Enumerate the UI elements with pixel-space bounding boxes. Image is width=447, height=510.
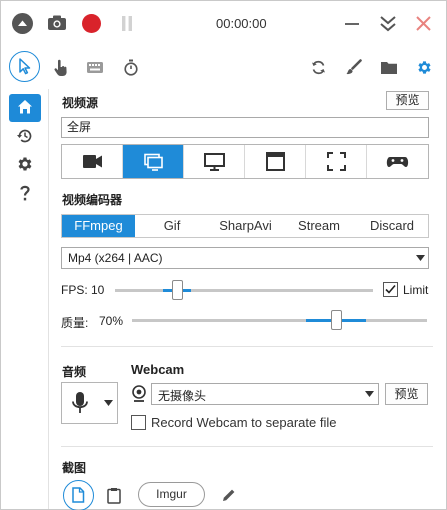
video-source-field[interactable]: 全屏 <box>61 117 429 138</box>
audio-device-button[interactable] <box>61 382 118 424</box>
webcam-device-select[interactable]: 无摄像头 <box>151 383 379 405</box>
refresh-icon[interactable] <box>310 59 327 76</box>
imgur-button[interactable]: Imgur <box>138 482 205 507</box>
webcam-preview-button[interactable]: 预览 <box>385 383 428 405</box>
sidebar-item-history[interactable] <box>16 127 34 145</box>
tab-ffmpeg[interactable]: FFmpeg <box>62 215 135 237</box>
history-icon <box>17 129 32 143</box>
source-type-bar <box>61 144 429 179</box>
pencil-icon <box>223 489 235 501</box>
chevron-down-icon <box>365 391 374 397</box>
microphone-icon <box>72 392 88 413</box>
fps-slider-thumb[interactable] <box>172 280 183 300</box>
quality-slider-track <box>132 319 427 322</box>
webcam-separate-label: Record Webcam to separate file <box>151 415 337 430</box>
keyboard-icon[interactable] <box>87 62 103 73</box>
divider <box>61 346 433 347</box>
source-screen-button[interactable] <box>184 145 245 178</box>
pause-icon[interactable] <box>120 15 134 32</box>
record-button[interactable] <box>82 14 101 33</box>
quality-label: 质量: <box>61 316 89 330</box>
webcam-device-value: 无摄像头 <box>158 389 207 403</box>
screenshot-camera-icon[interactable] <box>47 14 67 32</box>
quality-value: 70% <box>99 314 124 328</box>
tab-gif[interactable]: Gif <box>135 215 209 237</box>
sidebar <box>1 89 49 509</box>
recording-timer: 00:00:00 <box>216 16 267 31</box>
fps-slider[interactable] <box>115 280 373 300</box>
encoder-format-select[interactable]: Mp4 (x264 | AAC) <box>61 247 429 269</box>
source-region-button[interactable] <box>306 145 367 178</box>
timer-icon[interactable] <box>123 59 139 76</box>
folder-icon[interactable] <box>380 60 398 75</box>
video-camera-icon <box>83 155 102 168</box>
check-icon <box>385 284 396 294</box>
fps-value: 10 <box>91 283 105 297</box>
monitor-icon <box>204 153 225 171</box>
source-window-button[interactable] <box>245 145 306 178</box>
gear-icon <box>18 157 32 171</box>
webcam-separate-checkbox[interactable] <box>131 415 146 430</box>
chevron-down-icon <box>104 400 113 406</box>
collapse-icon[interactable] <box>12 13 33 34</box>
region-select-icon <box>327 152 346 171</box>
brush-icon[interactable] <box>345 59 362 76</box>
tab-discard[interactable]: Discard <box>356 215 428 237</box>
fps-slider-track <box>115 289 373 292</box>
limit-checkbox[interactable] <box>383 282 398 297</box>
quality-slider-thumb[interactable] <box>331 310 342 330</box>
click-hand-icon[interactable] <box>53 59 69 77</box>
webcam-title: Webcam <box>131 362 185 377</box>
tool-row <box>1 47 446 89</box>
divider <box>61 446 433 447</box>
settings-gear-icon[interactable] <box>416 59 433 76</box>
tab-sharpavi[interactable]: SharpAvi <box>209 215 282 237</box>
quality-slider[interactable] <box>132 310 427 330</box>
clipboard-button[interactable] <box>107 487 121 504</box>
title-bar: 00:00:00 <box>1 1 446 47</box>
sidebar-item-home[interactable] <box>9 94 41 122</box>
source-game-button[interactable] <box>367 145 428 178</box>
edit-pencil-button[interactable] <box>221 487 237 503</box>
encoder-format-value: Mp4 (x264 | AAC) <box>68 251 163 265</box>
question-icon <box>20 185 30 201</box>
sidebar-item-settings[interactable] <box>16 155 34 173</box>
source-none-button[interactable] <box>62 145 123 178</box>
audio-title: 音频 <box>62 365 87 379</box>
save-to-file-button[interactable] <box>63 480 94 510</box>
file-icon <box>72 487 85 503</box>
video-source-preview-button[interactable]: 预览 <box>386 91 429 110</box>
double-chevron-down-icon[interactable] <box>379 14 397 34</box>
gamepad-icon <box>386 157 409 167</box>
chevron-down-icon <box>416 255 425 261</box>
video-source-title: 视频源 <box>62 96 99 110</box>
limit-label: Limit <box>403 283 429 297</box>
source-fullscreen-button[interactable] <box>123 145 184 178</box>
fps-label: FPS: <box>61 283 88 297</box>
window-icon <box>266 152 285 171</box>
close-icon[interactable] <box>415 15 432 32</box>
clipboard-icon <box>107 488 121 504</box>
encoder-tabs: FFmpeg Gif SharpAvi Stream Discard <box>61 214 429 238</box>
webcam-icon <box>131 385 147 402</box>
encoder-title: 视频编码器 <box>62 193 123 207</box>
tab-stream[interactable]: Stream <box>282 215 356 237</box>
screenshot-title: 截图 <box>62 461 87 475</box>
sidebar-item-help[interactable] <box>16 183 34 203</box>
cursor-tool-button[interactable] <box>9 51 40 82</box>
minimize-icon[interactable] <box>344 16 360 32</box>
multi-monitor-icon <box>144 153 163 171</box>
